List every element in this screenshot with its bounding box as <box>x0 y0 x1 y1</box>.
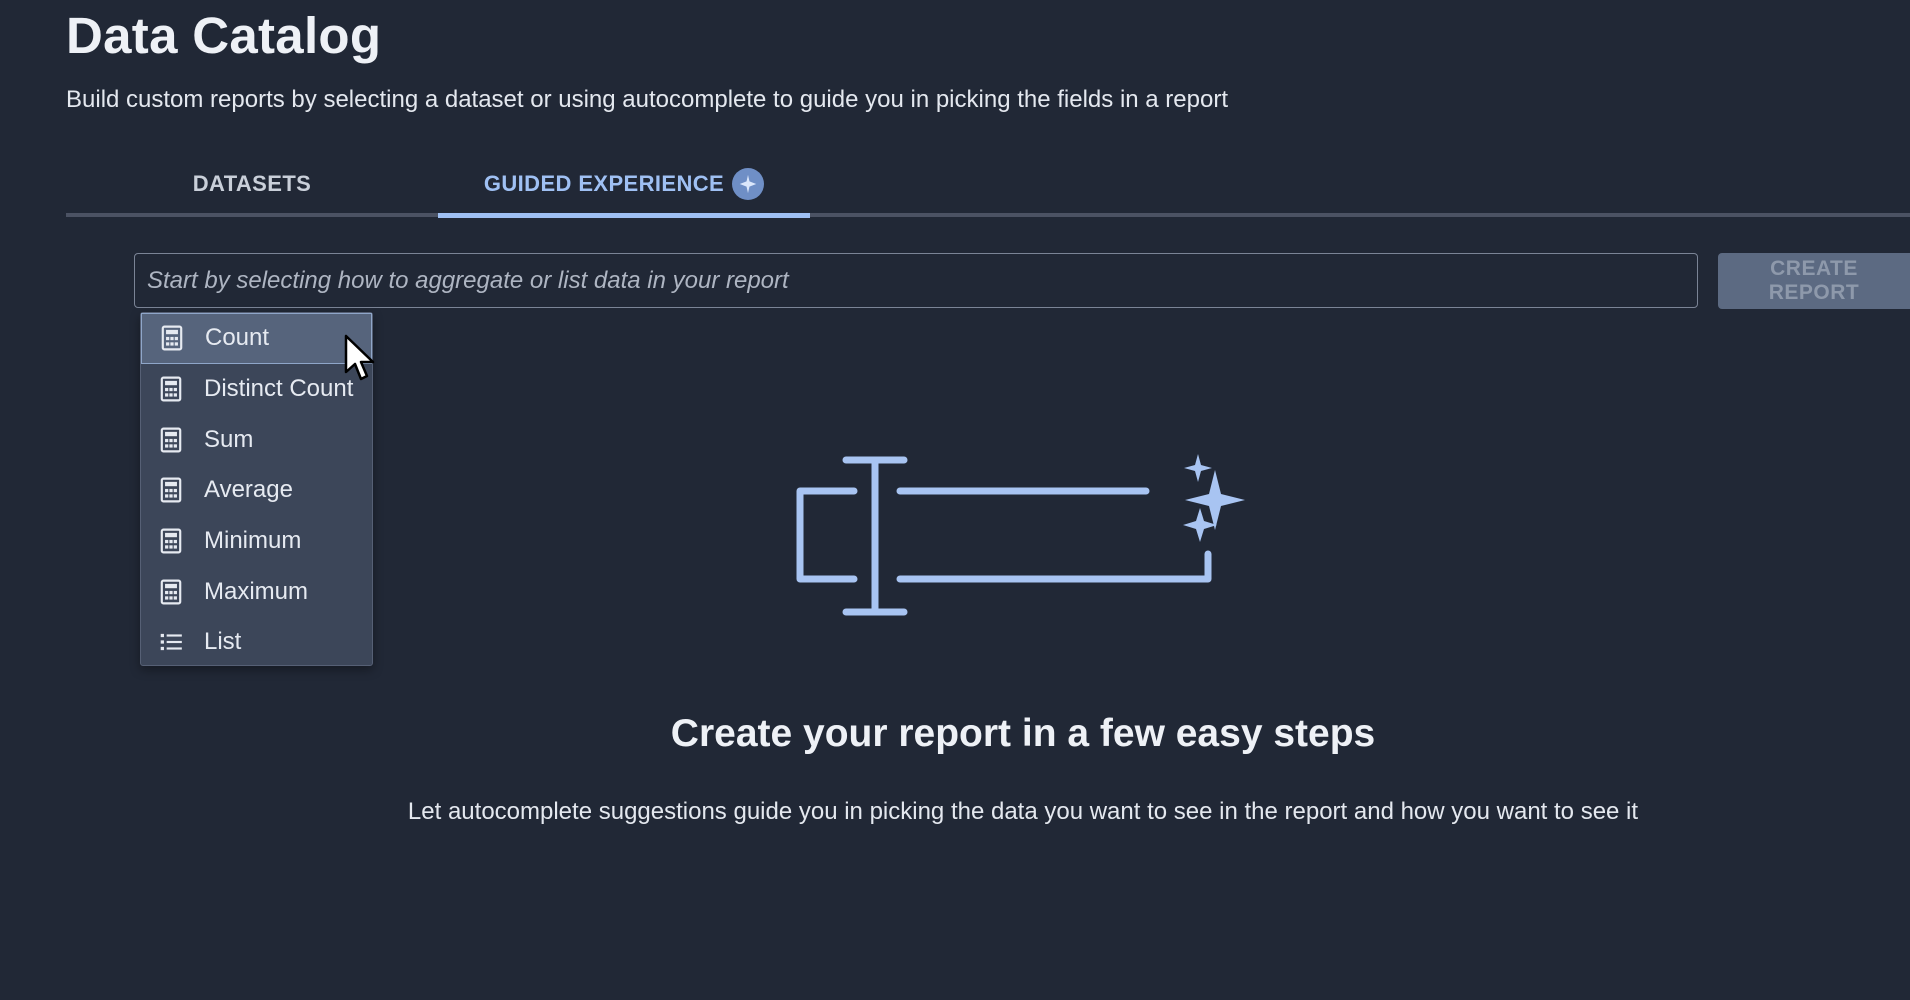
text-cursor-sparkle-illustration <box>796 454 1245 616</box>
tab-datasets[interactable]: DATASETS <box>66 150 438 218</box>
calculator-icon <box>160 579 182 605</box>
calculator-icon <box>161 325 183 351</box>
calculator-icon <box>160 376 182 402</box>
menu-item-distinct-count[interactable]: Distinct Count <box>141 364 372 415</box>
menu-item-label: Distinct Count <box>204 375 354 403</box>
tab-guided-experience[interactable]: GUIDED EXPERIENCE <box>438 150 810 218</box>
empty-state-description: Let autocomplete suggestions guide you i… <box>407 798 1639 825</box>
page: Data Catalog Build custom reports by sel… <box>0 0 1910 1000</box>
menu-item-count[interactable]: Count <box>141 313 372 364</box>
aggregation-dropdown: Count Distinct Count Sum Average Minimum… <box>140 312 373 666</box>
menu-item-label: List <box>204 628 242 656</box>
mouse-pointer-icon <box>344 334 375 381</box>
menu-item-average[interactable]: Average <box>141 465 372 516</box>
menu-item-label: Maximum <box>204 577 309 605</box>
menu-item-label: Count <box>205 324 270 352</box>
menu-item-label: Minimum <box>204 527 302 555</box>
calculator-icon <box>160 427 182 453</box>
menu-item-label: Average <box>204 476 293 504</box>
create-report-button[interactable]: CREATE REPORT <box>1718 253 1910 309</box>
search-input[interactable] <box>135 254 1697 307</box>
tab-bar: DATASETS GUIDED EXPERIENCE <box>66 150 1910 218</box>
menu-item-minimum[interactable]: Minimum <box>141 516 372 567</box>
menu-item-list[interactable]: List <box>141 617 372 668</box>
list-icon <box>160 634 182 651</box>
active-tab-indicator <box>438 213 810 218</box>
calculator-icon <box>160 477 182 503</box>
page-title: Data Catalog <box>66 7 382 64</box>
calculator-icon <box>160 528 182 554</box>
report-search-box[interactable] <box>134 253 1698 308</box>
empty-state-headline: Create your report in a few easy steps <box>670 712 1376 755</box>
tab-datasets-label: DATASETS <box>192 171 312 196</box>
menu-item-maximum[interactable]: Maximum <box>141 566 372 617</box>
menu-item-label: Sum <box>204 425 254 453</box>
sparkle-icon <box>732 168 765 200</box>
page-subtitle: Build custom reports by selecting a data… <box>66 86 1228 113</box>
tab-guided-experience-label: GUIDED EXPERIENCE <box>483 171 725 196</box>
menu-item-sum[interactable]: Sum <box>141 414 372 465</box>
